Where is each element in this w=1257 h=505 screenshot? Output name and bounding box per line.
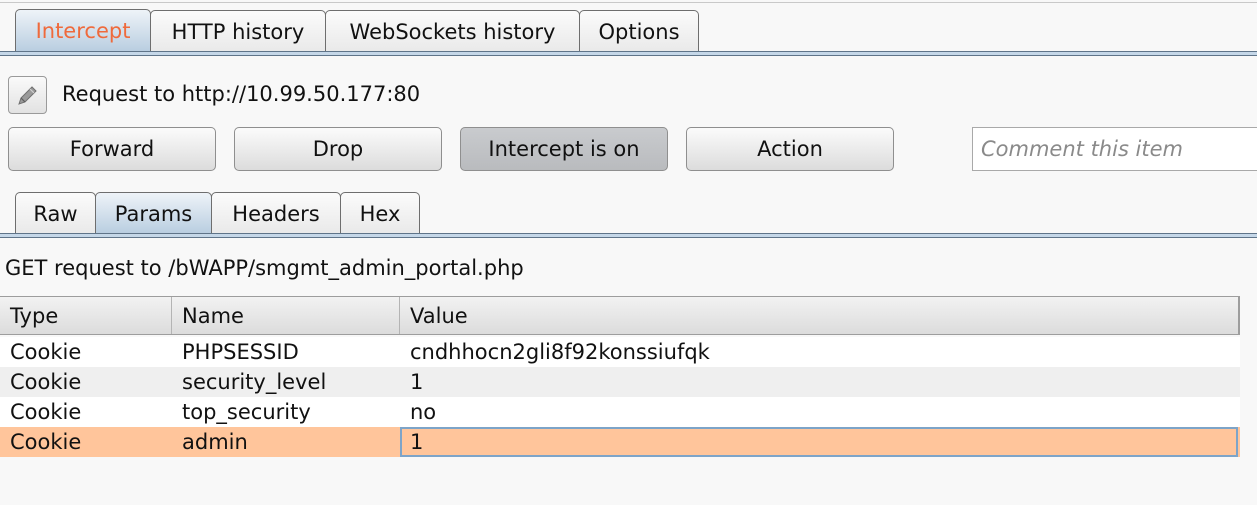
subtab-hex[interactable]: Hex bbox=[340, 192, 420, 234]
cell-type: Cookie bbox=[10, 400, 82, 424]
column-header-type[interactable]: Type bbox=[0, 297, 172, 334]
top-tab-divider bbox=[0, 51, 1257, 56]
tab-intercept[interactable]: Intercept bbox=[15, 9, 151, 52]
request-target-label: Request to http://10.99.50.177:80 bbox=[62, 82, 421, 106]
comment-input[interactable] bbox=[972, 127, 1257, 171]
tab-options[interactable]: Options bbox=[579, 10, 699, 52]
cell-name: security_level bbox=[182, 370, 327, 394]
drop-button[interactable]: Drop bbox=[234, 127, 442, 171]
table-header: Type Name Value bbox=[0, 296, 1240, 335]
subtab-divider bbox=[0, 233, 1257, 238]
table-row-selected[interactable]: Cookie admin 1 bbox=[0, 427, 1240, 457]
action-button[interactable]: Action bbox=[686, 127, 894, 171]
forward-button[interactable]: Forward bbox=[8, 127, 216, 171]
subtab-params[interactable]: Params bbox=[95, 192, 212, 234]
column-header-name[interactable]: Name bbox=[172, 297, 400, 334]
cell-name: PHPSESSID bbox=[182, 340, 299, 364]
subtab-headers[interactable]: Headers bbox=[211, 192, 341, 234]
intercept-toggle-button[interactable]: Intercept is on bbox=[460, 127, 668, 171]
cell-value: 1 bbox=[410, 370, 424, 394]
cell-type: Cookie bbox=[10, 430, 82, 454]
table-row[interactable]: Cookie PHPSESSID cndhhocn2gli8f92konssiu… bbox=[0, 337, 1240, 367]
cell-type: Cookie bbox=[10, 340, 82, 364]
subtab-raw[interactable]: Raw bbox=[15, 192, 96, 234]
cell-value: no bbox=[410, 400, 437, 424]
cell-name: admin bbox=[182, 430, 248, 454]
pencil-icon bbox=[17, 86, 37, 105]
cell-value: cndhhocn2gli8f92konssiufqk bbox=[410, 340, 710, 364]
scrollbar-edge bbox=[1238, 296, 1240, 335]
tab-websockets-history[interactable]: WebSockets history bbox=[325, 10, 580, 52]
cell-value-editor[interactable]: 1 bbox=[400, 427, 1238, 457]
edit-request-button[interactable] bbox=[8, 76, 47, 114]
cell-name: top_security bbox=[182, 400, 311, 424]
top-tab-strip: Intercept HTTP history WebSockets histor… bbox=[0, 0, 1257, 53]
params-table: Type Name Value Cookie PHPSESSID cndhhoc… bbox=[0, 296, 1257, 505]
request-summary: GET request to /bWAPP/smgmt_admin_portal… bbox=[5, 256, 524, 280]
top-border bbox=[0, 2, 1257, 3]
cell-type: Cookie bbox=[10, 370, 82, 394]
table-row[interactable]: Cookie top_security no bbox=[0, 397, 1240, 427]
tab-http-history[interactable]: HTTP history bbox=[150, 10, 326, 52]
column-header-value[interactable]: Value bbox=[400, 297, 1238, 334]
table-row[interactable]: Cookie security_level 1 bbox=[0, 367, 1240, 397]
